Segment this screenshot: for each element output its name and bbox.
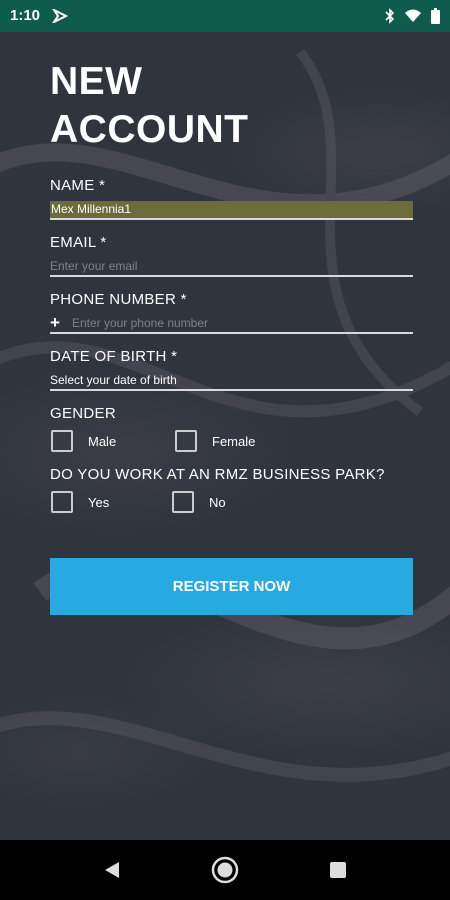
battery-icon — [431, 8, 440, 29]
gender-male-checkbox[interactable] — [51, 430, 73, 452]
phone-label: PHONE NUMBER * — [50, 291, 187, 308]
rmz-no-checkbox[interactable] — [172, 491, 194, 513]
app-notification-icon — [51, 7, 69, 28]
phone-field[interactable]: + Enter your phone number — [50, 313, 413, 334]
phone-placeholder: Enter your phone number — [71, 316, 209, 330]
title-line-1: NEW — [50, 60, 143, 103]
name-value: Mex Millennia1 — [50, 200, 413, 218]
rmz-yes-checkbox[interactable] — [51, 491, 73, 513]
bluetooth-icon — [385, 8, 395, 29]
dob-label: DATE OF BIRTH * — [50, 348, 178, 365]
status-bar: 1:10 — [0, 0, 450, 32]
page-title: NEW ACCOUNT — [50, 58, 370, 154]
gender-male-label[interactable]: Male — [88, 434, 116, 449]
gender-label: GENDER — [50, 405, 116, 422]
gender-female-checkbox[interactable] — [175, 430, 197, 452]
email-label: EMAIL * — [50, 234, 107, 251]
rmz-label: DO YOU WORK AT AN RMZ BUSINESS PARK? — [50, 466, 385, 483]
navigation-bar — [0, 840, 450, 900]
email-placeholder: Enter your email — [50, 259, 138, 273]
dob-field[interactable]: Select your date of birth — [50, 371, 413, 391]
recents-icon[interactable] — [308, 840, 368, 900]
rmz-no-label[interactable]: No — [209, 495, 226, 510]
dob-value: Select your date of birth — [50, 373, 177, 387]
title-line-2: ACCOUNT — [50, 108, 249, 151]
back-icon[interactable] — [82, 840, 142, 900]
registration-screen: NEW ACCOUNT NAME * Mex Millennia1 EMAIL … — [0, 32, 450, 840]
wifi-icon — [405, 9, 421, 28]
country-code-prefix[interactable]: + — [50, 313, 60, 333]
name-field[interactable]: Mex Millennia1 — [50, 200, 413, 220]
gender-female-label[interactable]: Female — [212, 434, 255, 449]
name-label: NAME * — [50, 177, 106, 194]
email-field[interactable]: Enter your email — [50, 257, 413, 277]
status-time: 1:10 — [10, 7, 41, 24]
register-button[interactable]: REGISTER NOW — [50, 558, 413, 615]
home-icon[interactable] — [195, 840, 255, 900]
rmz-yes-label[interactable]: Yes — [88, 495, 109, 510]
